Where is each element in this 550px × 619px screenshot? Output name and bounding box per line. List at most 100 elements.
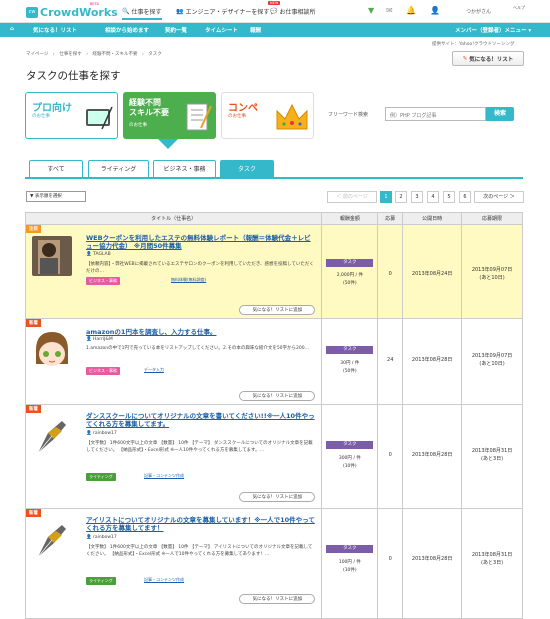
tab-business[interactable]: ビジネス・事務 bbox=[153, 160, 216, 177]
reward-count: (50件) bbox=[342, 369, 357, 374]
category-tag[interactable]: ライティング bbox=[86, 473, 116, 481]
job-description: 【文字数】 1件600文字以上の文章 【数量】 10件 【テーマ】 ダンススクー… bbox=[86, 441, 313, 453]
subnav-favorites[interactable]: 気になる！リスト bbox=[33, 26, 77, 34]
new-badge: 新着 bbox=[26, 509, 41, 517]
pager-page[interactable]: 2 bbox=[395, 191, 407, 203]
subcategory-link[interactable]: 記事・コンテンツ作成 bbox=[144, 473, 184, 479]
pager-page[interactable]: 6 bbox=[459, 191, 471, 203]
add-favorite-button[interactable]: 気になる！リストに追加 bbox=[239, 305, 316, 315]
pin-icon: ✎ bbox=[462, 55, 468, 62]
applicant-count: 0 bbox=[388, 452, 392, 458]
deadline-date: 2013年09月07日 bbox=[471, 267, 513, 273]
pager-page[interactable]: 1 bbox=[380, 191, 392, 203]
fountain-pen-image[interactable] bbox=[32, 523, 72, 563]
reward-count: (50件) bbox=[342, 281, 357, 286]
help-link[interactable]: ヘルプ bbox=[513, 5, 525, 11]
sort-select[interactable]: ▼ 表示順を選択 bbox=[26, 191, 86, 202]
table-row[interactable]: 新着 アイリストについてオリジナルの文章を募集しています！※一人で10件やってく… bbox=[24, 508, 523, 619]
published-date: 2013年08月28日 bbox=[411, 357, 453, 363]
tab-underline bbox=[25, 177, 523, 179]
job-type-badge: タスク bbox=[326, 346, 374, 354]
category-pro[interactable]: プロ向け のお仕事 bbox=[25, 92, 118, 139]
client-label: rainbow17 bbox=[93, 535, 117, 540]
reward-amount: 30円 / 件 bbox=[340, 361, 360, 366]
category-sub: のお仕事 bbox=[228, 114, 246, 119]
deadline-remain: (あと10日) bbox=[479, 361, 505, 367]
fountain-pen-image[interactable] bbox=[32, 419, 72, 459]
tab-all[interactable]: すべて bbox=[29, 160, 83, 177]
deadline-remain: (あと3日) bbox=[481, 456, 504, 462]
pager-page[interactable]: 5 bbox=[443, 191, 455, 203]
reward-amount: 100円 / 件 bbox=[338, 560, 361, 565]
job-title-link[interactable]: ダンススクールについてオリジナルの文章を書いてください!!※一人10件やってくれ… bbox=[86, 412, 315, 428]
table-row[interactable]: 注目 WEBクーポンを利用したエステの無料体験レポート（報酬＝体験代金＋レビュー… bbox=[24, 224, 523, 319]
subcategory-link[interactable]: データ入力 bbox=[144, 367, 164, 373]
new-badge: NEW bbox=[268, 1, 281, 5]
nav-find-engineers[interactable]: 👥 エンジニア・デザイナーを探す bbox=[176, 7, 269, 16]
nav-label: エンジニア・デザイナーを探す bbox=[185, 9, 270, 16]
job-type-badge: タスク bbox=[326, 545, 374, 553]
add-favorite-button[interactable]: 気になる！リストに追加 bbox=[239, 391, 316, 401]
client-name[interactable]: 👤 rainbow17 bbox=[86, 535, 117, 540]
job-title-link[interactable]: amazonの1円本を調査し、入力する仕事。 bbox=[86, 328, 315, 336]
client-name[interactable]: 👤 rainbow17 bbox=[86, 431, 117, 436]
add-favorite-button[interactable]: 気になる！リストに追加 bbox=[239, 594, 316, 604]
freeword-label: フリーワード検索 bbox=[328, 112, 369, 118]
table-row[interactable]: 新着 ダンススクールについてオリジナルの文章を書いてください!!※一人10件やっ… bbox=[24, 404, 523, 509]
category-contest[interactable]: コンペ のお仕事 bbox=[221, 92, 314, 139]
job-description: 【依頼内容】・弊社WEBに掲載されているエステサロンのクーポンを利用していただき… bbox=[86, 262, 314, 274]
col-title: タイトル（仕事名） bbox=[24, 212, 323, 225]
subnav-timesheet[interactable]: タイムシート bbox=[205, 26, 238, 34]
job-title-link[interactable]: WEBクーポンを利用したエステの無料体験レポート（報酬＝体験代金＋レビュー協力代… bbox=[86, 234, 315, 250]
subnav-rewards[interactable]: 報酬 bbox=[250, 26, 261, 34]
job-thumbnail[interactable] bbox=[32, 236, 72, 276]
member-nav: ⌂ 気になる！リスト 相談から始めます 契約一覧 タイムシート 報酬 メンバー（… bbox=[0, 23, 550, 37]
job-thumbnail[interactable] bbox=[32, 330, 72, 370]
reward-count: (10件) bbox=[342, 568, 357, 573]
avatar-icon[interactable]: 👤 bbox=[430, 6, 440, 15]
category-tag[interactable]: ビジネス・事務 bbox=[86, 277, 120, 285]
pager-page[interactable]: 3 bbox=[411, 191, 423, 203]
category-title: 経験不問 スキル不要 bbox=[129, 98, 169, 117]
category-no-experience[interactable]: 経験不問 スキル不要 のお仕事 bbox=[123, 92, 216, 139]
deadline-date: 2013年08月31日 bbox=[471, 448, 513, 454]
beginner-icon[interactable]: ▼ bbox=[368, 6, 374, 15]
user-name[interactable]: つかがさん bbox=[466, 8, 491, 15]
bell-icon[interactable]: 🔔 bbox=[406, 6, 416, 15]
job-title-link[interactable]: アイリストについてオリジナルの文章を募集しています！※一人で10件やってくれる方… bbox=[86, 516, 315, 532]
breadcrumb[interactable]: マイページ › 仕事を探す › 経験不問・スキル不要 › タスク bbox=[26, 51, 162, 57]
client-name[interactable]: 👤 HarriJ&M bbox=[86, 337, 113, 342]
message-icon[interactable]: ✉ bbox=[386, 6, 393, 15]
client-name[interactable]: 👤 TAGLAB bbox=[86, 252, 111, 257]
applicant-count: 24 bbox=[387, 357, 394, 363]
home-icon[interactable]: ⌂ bbox=[10, 26, 14, 32]
user-icon: 👤 bbox=[86, 252, 94, 257]
table-row[interactable]: 新着 amazonの1円本を調査し、入力する仕事。 👤 HarriJ&M 1.a… bbox=[24, 318, 523, 405]
new-badge: 新着 bbox=[26, 405, 41, 413]
deadline-date: 2013年09月07日 bbox=[471, 353, 513, 359]
subcategory-link[interactable]: 無料体験(無料調査) bbox=[171, 277, 206, 283]
add-favorite-button[interactable]: 気になる！リストに追加 bbox=[239, 492, 316, 502]
pager-page[interactable]: 4 bbox=[427, 191, 439, 203]
category-tag[interactable]: ライティング bbox=[86, 577, 116, 585]
tab-writing[interactable]: ライティング bbox=[88, 160, 149, 177]
subcategory-link[interactable]: 記事・コンテンツ作成 bbox=[144, 577, 184, 583]
pager-prev[interactable]: ＜ 前のページ bbox=[327, 191, 377, 203]
subnav-consult[interactable]: 相談から始めます bbox=[105, 26, 149, 34]
member-menu[interactable]: メンバー（登録者）メニュー ▾ bbox=[455, 26, 531, 34]
page-title: タスクの仕事を探す bbox=[26, 70, 121, 82]
pager-next[interactable]: 次のページ ＞ bbox=[474, 191, 524, 203]
client-label: HarriJ&M bbox=[93, 337, 113, 342]
search-button[interactable]: 検索 bbox=[486, 107, 514, 121]
favorites-label: 気になる！リスト bbox=[469, 56, 514, 63]
favorites-list-button[interactable]: ✎ 気になる！リスト bbox=[452, 51, 524, 66]
subnav-contracts[interactable]: 契約一覧 bbox=[165, 26, 187, 34]
nav-find-jobs[interactable]: 🔍 仕事を探す bbox=[122, 7, 162, 20]
partner-note[interactable]: 提供サイト：Yahoo!クラウドソーシング bbox=[432, 41, 514, 47]
logo-text: CrowdWorks bbox=[40, 5, 118, 19]
tab-task[interactable]: タスク bbox=[220, 160, 274, 177]
category-tag[interactable]: ビジネス・事務 bbox=[86, 367, 120, 375]
crowdworks-logo[interactable]: cw CrowdWorks bbox=[26, 5, 118, 19]
freeword-input[interactable] bbox=[385, 107, 486, 121]
nav-consult[interactable]: 💬 お仕事相談所 bbox=[270, 7, 316, 16]
